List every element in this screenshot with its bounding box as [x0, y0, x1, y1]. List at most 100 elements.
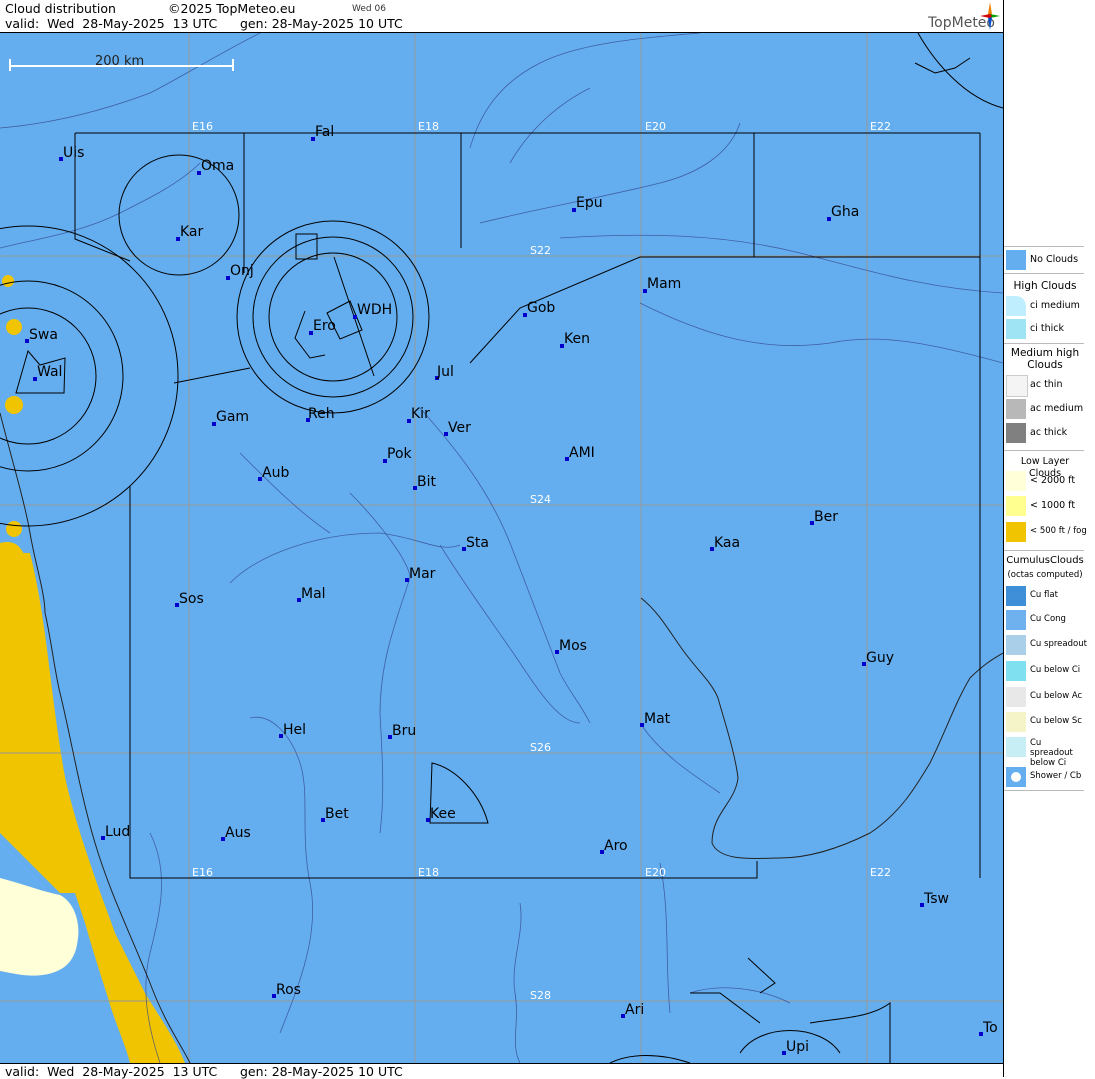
- station[interactable]: Reh: [306, 406, 335, 422]
- station[interactable]: Oma: [197, 158, 234, 175]
- svg-text:Bit: Bit: [417, 474, 436, 490]
- station[interactable]: Gha: [827, 204, 859, 221]
- cu-flat-swatch: [1006, 586, 1026, 606]
- svg-text:Aub: Aub: [262, 465, 289, 481]
- legend-label: ac thick: [1030, 427, 1068, 438]
- svg-text:Reh: Reh: [308, 406, 335, 422]
- station[interactable]: Mat: [640, 711, 671, 727]
- legend-item: Cu flat: [1006, 586, 1094, 608]
- svg-text:Mal: Mal: [301, 586, 326, 602]
- station[interactable]: Ari: [621, 1002, 644, 1018]
- station[interactable]: Gam: [212, 409, 249, 426]
- station[interactable]: Lud: [101, 824, 130, 840]
- cu-below-ac-swatch: [1006, 687, 1026, 707]
- legend-label: ci thick: [1030, 323, 1064, 334]
- station[interactable]: Fal: [311, 124, 334, 141]
- svg-text:Lud: Lud: [105, 824, 130, 840]
- station[interactable]: Mos: [555, 638, 587, 654]
- station[interactable]: Kar: [176, 224, 204, 241]
- svg-text:Upi: Upi: [786, 1039, 809, 1055]
- svg-text:Mam: Mam: [647, 276, 681, 292]
- legend-item: ac thin: [1006, 375, 1094, 397]
- svg-text:Jul: Jul: [436, 364, 454, 380]
- legend-label: Cu below Ac: [1030, 691, 1083, 701]
- cu-below-sc-swatch: [1006, 712, 1026, 732]
- legend-item: < 1000 ft: [1006, 496, 1094, 518]
- low-1000ft-swatch: [1006, 496, 1026, 516]
- station[interactable]: Uis: [59, 145, 84, 161]
- no-clouds-swatch: [1006, 250, 1026, 270]
- station[interactable]: Guy: [862, 650, 894, 666]
- station[interactable]: Sos: [175, 591, 204, 607]
- svg-text:Ari: Ari: [625, 1002, 644, 1018]
- lat-label: S28: [530, 989, 551, 1002]
- legend-item: ac medium: [1006, 399, 1094, 421]
- station[interactable]: Bet: [321, 806, 349, 822]
- station[interactable]: Ero: [309, 318, 336, 335]
- station[interactable]: AMI: [565, 445, 595, 461]
- legend-label: ci medium: [1030, 300, 1080, 311]
- station[interactable]: Hel: [279, 722, 306, 738]
- cloud-map[interactable]: 200 km E16 E18 E20 E22 E16 E18 E20 E22 S…: [0, 32, 1004, 1064]
- chart-title: Cloud distribution: [5, 1, 116, 16]
- station[interactable]: Kaa: [710, 535, 740, 551]
- svg-text:Epu: Epu: [576, 195, 603, 211]
- svg-text:Hel: Hel: [283, 722, 306, 738]
- station[interactable]: Tsw: [920, 891, 949, 907]
- svg-text:Kaa: Kaa: [714, 535, 740, 551]
- legend-label: < 500 ft / fog: [1030, 526, 1087, 536]
- station[interactable]: Aub: [258, 465, 289, 481]
- svg-text:Oma: Oma: [201, 158, 234, 174]
- station[interactable]: Kir: [407, 406, 430, 423]
- station[interactable]: Kee: [426, 806, 456, 822]
- station[interactable]: Aus: [221, 825, 251, 841]
- station[interactable]: Mal: [297, 586, 326, 602]
- lat-label: S26: [530, 741, 551, 754]
- station[interactable]: Ver: [444, 420, 471, 436]
- station[interactable]: Ros: [272, 982, 301, 998]
- station[interactable]: Ken: [560, 331, 590, 348]
- legend-section-title: High Clouds: [1013, 280, 1077, 292]
- legend-label: Cu spreadout: [1030, 639, 1087, 649]
- station[interactable]: Pok: [383, 446, 413, 463]
- shower-cb-swatch: [1006, 767, 1026, 787]
- fog-swatch: [1006, 522, 1026, 542]
- svg-text:Ber: Ber: [814, 509, 838, 525]
- station[interactable]: Jul: [435, 364, 454, 380]
- copyright-text: ©2025 TopMeteo.eu: [168, 1, 296, 16]
- station[interactable]: Ber: [810, 509, 838, 525]
- legend-item: ac thick: [1006, 423, 1094, 445]
- station[interactable]: Bru: [388, 723, 416, 739]
- station[interactable]: Aro: [600, 838, 628, 854]
- lat-label: S22: [530, 244, 551, 257]
- generated-time: gen: 28-May-2025 10 UTC: [240, 16, 403, 31]
- legend-label: Cu spreadout below Ci: [1030, 738, 1073, 768]
- station[interactable]: Onj: [226, 263, 254, 280]
- legend-item: Cu below Sc: [1006, 712, 1094, 734]
- legend-section-subtitle: (octas computed): [1007, 570, 1083, 580]
- svg-text:Aro: Aro: [604, 838, 628, 854]
- station[interactable]: Mar: [405, 566, 436, 582]
- station[interactable]: WDH: [353, 302, 392, 319]
- station[interactable]: Upi: [782, 1039, 809, 1055]
- lon-label-bottom: E22: [870, 866, 891, 879]
- station[interactable]: Mam: [643, 276, 681, 293]
- legend-label: Shower / Cb: [1030, 771, 1082, 781]
- station[interactable]: Epu: [572, 195, 603, 212]
- legend-label: Cu Cong: [1030, 614, 1066, 624]
- station[interactable]: Swa: [25, 327, 58, 343]
- ac-thin-swatch: [1006, 375, 1028, 397]
- legend-item: Cu spreadout: [1006, 635, 1094, 657]
- station[interactable]: Sta: [462, 535, 489, 551]
- station[interactable]: Wal: [33, 364, 62, 381]
- legend-item: Cu below Ac: [1006, 687, 1094, 709]
- ci-medium-swatch: [1006, 296, 1026, 316]
- legend-panel: No Clouds High Clouds ci medium ci thick…: [1003, 0, 1095, 1077]
- station[interactable]: Bit: [413, 474, 436, 490]
- lon-label-bottom: E16: [192, 866, 213, 879]
- legend-section-title: CumulusClouds: [1006, 555, 1084, 566]
- legend-item: ci medium: [1006, 296, 1094, 318]
- legend-label: < 2000 ft: [1030, 475, 1076, 486]
- station[interactable]: Gob: [523, 300, 555, 317]
- svg-text:Fal: Fal: [315, 124, 334, 140]
